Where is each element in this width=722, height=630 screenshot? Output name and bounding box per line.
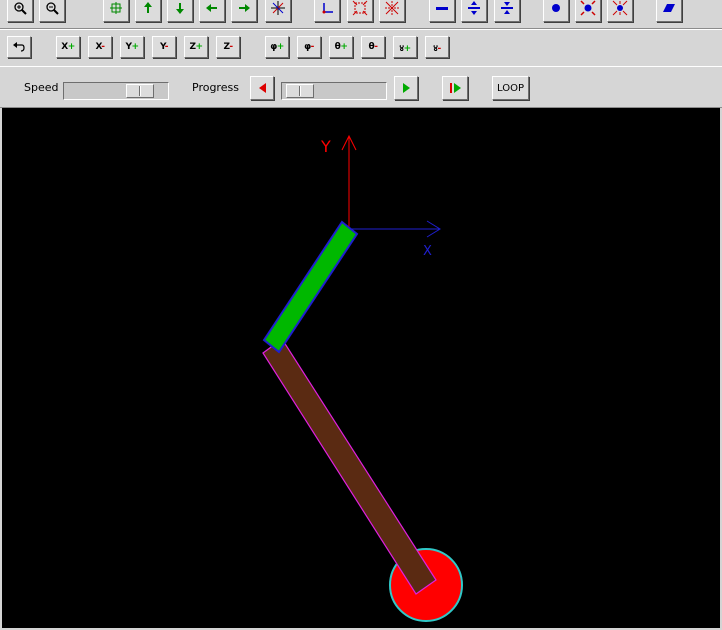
point-contract-icon [612, 0, 628, 16]
line-expand-button[interactable] [461, 0, 487, 22]
sign-label: + [276, 42, 285, 52]
lower-link [262, 338, 437, 595]
plane-button[interactable] [656, 0, 682, 22]
pan-center-button[interactable] [103, 0, 129, 22]
undo-button[interactable] [7, 36, 31, 58]
arrow-down-icon [173, 1, 187, 15]
sign-label: + [403, 43, 412, 54]
frame-axes-icon [319, 0, 335, 16]
rotate-theta-minus-button[interactable]: θ- [361, 36, 385, 58]
step-forward-button[interactable] [394, 76, 418, 100]
rotate-phi-plus-button[interactable]: φ+ [265, 36, 289, 58]
point-expand-button[interactable] [575, 0, 601, 22]
expand-arrows-icon [352, 0, 368, 16]
rotate-z-plus-button[interactable]: Z+ [184, 36, 208, 58]
sign-label: + [131, 42, 139, 52]
expand-button[interactable] [347, 0, 373, 22]
zoom-out-icon [45, 1, 59, 15]
sign-label: - [437, 43, 441, 54]
contract-arrows-icon [384, 0, 400, 16]
sign-label: + [195, 42, 203, 52]
loop-button[interactable]: LOOP [492, 76, 529, 100]
line-contract-button[interactable] [494, 0, 520, 22]
frame-axes-button[interactable] [314, 0, 340, 22]
sign-label: + [340, 42, 348, 52]
progress-label: Progress [192, 81, 239, 94]
speed-label: Speed [24, 81, 59, 94]
rotate-x-minus-button[interactable]: X- [88, 36, 112, 58]
speed-slider-thumb[interactable] [126, 84, 154, 98]
rotate-y-plus-button[interactable]: Y+ [120, 36, 144, 58]
rotate-y-minus-button[interactable]: Y- [152, 36, 176, 58]
view-toolbar [0, 0, 722, 29]
scene-viewport[interactable]: Y X [2, 108, 720, 628]
line-bar-icon [434, 0, 450, 16]
move-right-button[interactable] [231, 0, 257, 22]
sign-label: - [374, 42, 378, 52]
triangle-right-icon [400, 82, 412, 94]
rotate-gamma-minus-button[interactable]: ४- [425, 36, 449, 58]
rotate-x-plus-button[interactable]: X+ [56, 36, 80, 58]
move-left-button[interactable] [199, 0, 225, 22]
sign-label: - [310, 42, 315, 52]
axes-origin-icon [270, 0, 286, 16]
loop-label: LOOP [497, 82, 524, 94]
rotate-gamma-plus-button[interactable]: ४+ [393, 36, 417, 58]
arrow-up-icon [141, 1, 155, 15]
rotate-phi-minus-button[interactable]: φ- [297, 36, 321, 58]
contract-button[interactable] [379, 0, 405, 22]
point-expand-icon [580, 0, 596, 16]
move-down-button[interactable] [167, 0, 193, 22]
playback-controls: Speed Progress LOOP [0, 66, 722, 108]
play-icon [448, 82, 462, 94]
sign-label: + [67, 42, 76, 52]
rotate-z-minus-button[interactable]: Z- [216, 36, 240, 58]
zoom-out-button[interactable] [39, 0, 65, 22]
sign-label: - [229, 42, 233, 52]
sign-label: - [101, 42, 105, 52]
progress-slider[interactable] [281, 82, 387, 100]
move-up-button[interactable] [135, 0, 161, 22]
triangle-left-icon [256, 82, 268, 94]
axes-origin-button[interactable] [265, 0, 291, 22]
point-dot-icon [548, 0, 564, 16]
speed-slider[interactable] [63, 82, 169, 100]
undo-icon [12, 41, 26, 53]
point-button[interactable] [543, 0, 569, 22]
zoom-in-icon [13, 1, 27, 15]
play-button[interactable] [442, 76, 468, 100]
sign-label: - [164, 42, 169, 52]
arrow-left-icon [205, 1, 219, 15]
rotate-theta-plus-button[interactable]: θ+ [329, 36, 353, 58]
line-expand-icon [466, 0, 482, 16]
line-contract-icon [499, 0, 515, 16]
step-back-button[interactable] [250, 76, 274, 100]
upper-link [262, 220, 359, 354]
x-axis-label: X [423, 244, 432, 259]
point-contract-button[interactable] [607, 0, 633, 22]
zoom-in-button[interactable] [7, 0, 33, 22]
rotate-toolbar: X+ X- Y+ Y- Z+ Z- φ+ φ- θ+ θ- ४+ ४- [0, 29, 722, 67]
progress-slider-thumb[interactable] [286, 84, 314, 98]
line-bar-button[interactable] [429, 0, 455, 22]
pan-center-icon [109, 1, 123, 15]
arrow-right-icon [237, 1, 251, 15]
y-axis-label: Y [320, 137, 331, 156]
plane-shape-icon [661, 0, 677, 16]
